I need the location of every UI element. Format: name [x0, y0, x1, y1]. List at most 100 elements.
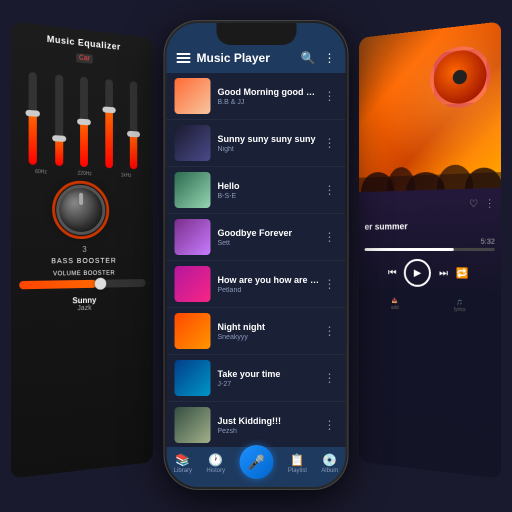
song-more-icon[interactable]: ⋮ [322, 324, 338, 338]
header-left: Music Player [177, 51, 270, 65]
song-artist: Sett [218, 240, 322, 247]
song-thumbnail [175, 266, 211, 302]
song-info: Sunny suny suny suny Night [218, 134, 322, 153]
song-artist: B-S-E [218, 193, 322, 200]
song-title: Take your time [218, 369, 322, 379]
repeat-button[interactable]: 🔁 [456, 268, 469, 279]
song-thumbnail [175, 125, 211, 161]
header-right: 🔍 ⋮ [301, 51, 336, 65]
song-info: Night night Sneakyyy [218, 322, 322, 341]
phone-shell: Music Player 🔍 ⋮ Good Morning good morni… [164, 20, 349, 490]
song-more-icon[interactable]: ⋮ [322, 136, 338, 150]
app-title: Music Player [197, 51, 270, 65]
bass-booster-label: BASS BOOSTER [51, 258, 116, 265]
eq-slider-3[interactable] [81, 77, 89, 168]
search-icon[interactable]: 🔍 [301, 51, 316, 65]
history-label: History [206, 468, 225, 474]
song-more-icon[interactable]: ⋮ [322, 277, 338, 291]
album-icon: 💿 [322, 453, 337, 467]
freq-1khz: 1kHz [121, 173, 132, 179]
menu-icon[interactable] [177, 53, 191, 63]
eq-sliders-container [19, 61, 145, 170]
song-item[interactable]: Good Morning good morning B.B & JJ ⋮ [167, 73, 346, 120]
add-to-library-icon[interactable]: 📥 add [391, 298, 399, 311]
time-remaining: 5:32 [365, 239, 495, 247]
song-more-icon[interactable]: ⋮ [322, 230, 338, 244]
song-artist: Night [218, 146, 322, 153]
song-item[interactable]: Night night Sneakyyy ⋮ [167, 308, 346, 355]
nav-mic-center[interactable]: 🎤 [239, 453, 273, 479]
song-title: Goodbye Forever [218, 228, 322, 238]
playlist-label: Playlist [288, 468, 307, 474]
lyrics-icon[interactable]: 🎵 lyrics [454, 300, 466, 314]
song-artist: Petland [218, 287, 322, 294]
concert-image [359, 21, 501, 192]
more-options-icon[interactable]: ⋮ [324, 51, 336, 65]
eq-slider-4[interactable] [106, 79, 114, 168]
song-artist: B.B & JJ [218, 99, 322, 106]
volume-thumb[interactable] [95, 278, 107, 290]
song-more-icon[interactable]: ⋮ [322, 183, 338, 197]
volume-label: VOLUME BOOSTER [19, 270, 145, 278]
nav-history[interactable]: 🕐 History [206, 453, 225, 479]
song-item[interactable]: How are you how are you... Petland ⋮ [167, 261, 346, 308]
menu-line-3 [177, 61, 191, 63]
equalizer-panel: Music Equalizer Car 60Hz 220Hz 1kHz [11, 21, 153, 478]
music-player-app: Music Player 🔍 ⋮ Good Morning good morni… [167, 23, 346, 487]
song-artist: Pezsh [218, 428, 322, 435]
song-artist: J-27 [218, 381, 322, 388]
eq-slider-2[interactable] [55, 74, 63, 166]
song-info: How are you how are you... Petland [218, 275, 322, 294]
volume-bar[interactable] [19, 279, 145, 289]
mic-center-button[interactable]: 🎤 [239, 445, 273, 479]
song-title: Good Morning good morning [218, 87, 322, 97]
song-item[interactable]: Hello B-S-E ⋮ [167, 167, 346, 214]
song-title: Night night [218, 322, 322, 332]
left-now-playing: Sunny Jazk [19, 295, 145, 315]
crowd-svg [359, 125, 501, 192]
song-more-icon[interactable]: ⋮ [322, 89, 338, 103]
now-playing-panel: ♡ ⋮ er summer 5:32 ⏮ ▶ ⏭ 🔁 📥 add 🎵 [359, 21, 501, 478]
right-top-icons: ♡ ⋮ [365, 194, 495, 216]
nav-album[interactable]: 💿 Album [321, 453, 338, 479]
song-info: Take your time J-27 [218, 369, 322, 388]
song-more-icon[interactable]: ⋮ [322, 371, 338, 385]
prev-button[interactable]: ⏮ [388, 267, 396, 278]
song-title: Just Kidding!!! [218, 416, 322, 426]
nav-playlist[interactable]: 📋 Playlist [288, 453, 307, 479]
eq-slider-5[interactable] [130, 81, 137, 169]
play-icon: ▶ [414, 267, 421, 278]
right-bottom-icons: 📥 add 🎵 lyrics [365, 293, 495, 318]
bass-value: 3 [82, 245, 86, 254]
right-heart-icon[interactable]: ♡ [469, 199, 478, 210]
song-item[interactable]: Take your time J-27 ⋮ [167, 355, 346, 402]
phone-screen: Music Player 🔍 ⋮ Good Morning good morni… [167, 23, 346, 487]
next-button[interactable]: ⏭ [439, 268, 448, 279]
song-thumbnail [175, 78, 211, 114]
bass-knob[interactable] [56, 184, 105, 235]
song-item[interactable]: Just Kidding!!! Pezsh ⋮ [167, 402, 346, 447]
song-item[interactable]: Goodbye Forever Sett ⋮ [167, 214, 346, 261]
volume-fill [19, 280, 97, 290]
song-info: Good Morning good morning B.B & JJ [218, 87, 322, 106]
eq-preset-car[interactable]: Car [76, 53, 93, 64]
play-button[interactable]: ▶ [404, 259, 431, 287]
bass-knob-area: 3 BASS BOOSTER [19, 183, 145, 266]
song-thumbnail [175, 219, 211, 255]
nav-library[interactable]: 📚 Library [174, 453, 192, 479]
song-item[interactable]: Sunny suny suny suny Night ⋮ [167, 120, 346, 167]
song-more-icon[interactable]: ⋮ [322, 418, 338, 432]
freq-220hz: 220Hz [78, 171, 92, 178]
volume-slider-area: VOLUME BOOSTER [19, 270, 145, 289]
eq-slider-1[interactable] [28, 72, 36, 165]
library-label: Library [174, 468, 192, 474]
right-panel-content: ♡ ⋮ er summer 5:32 ⏮ ▶ ⏭ 🔁 📥 add 🎵 [359, 188, 501, 325]
song-list: Good Morning good morning B.B & JJ ⋮ Sun… [167, 73, 346, 447]
song-thumbnail [175, 172, 211, 208]
menu-line-2 [177, 57, 191, 59]
song-thumbnail [175, 407, 211, 443]
bottom-navigation: 📚 Library 🕐 History 🎤 📋 Playli [167, 447, 346, 487]
progress-bar[interactable] [365, 248, 495, 251]
playlist-icon: 📋 [290, 453, 305, 467]
right-menu-icon[interactable]: ⋮ [484, 198, 494, 210]
